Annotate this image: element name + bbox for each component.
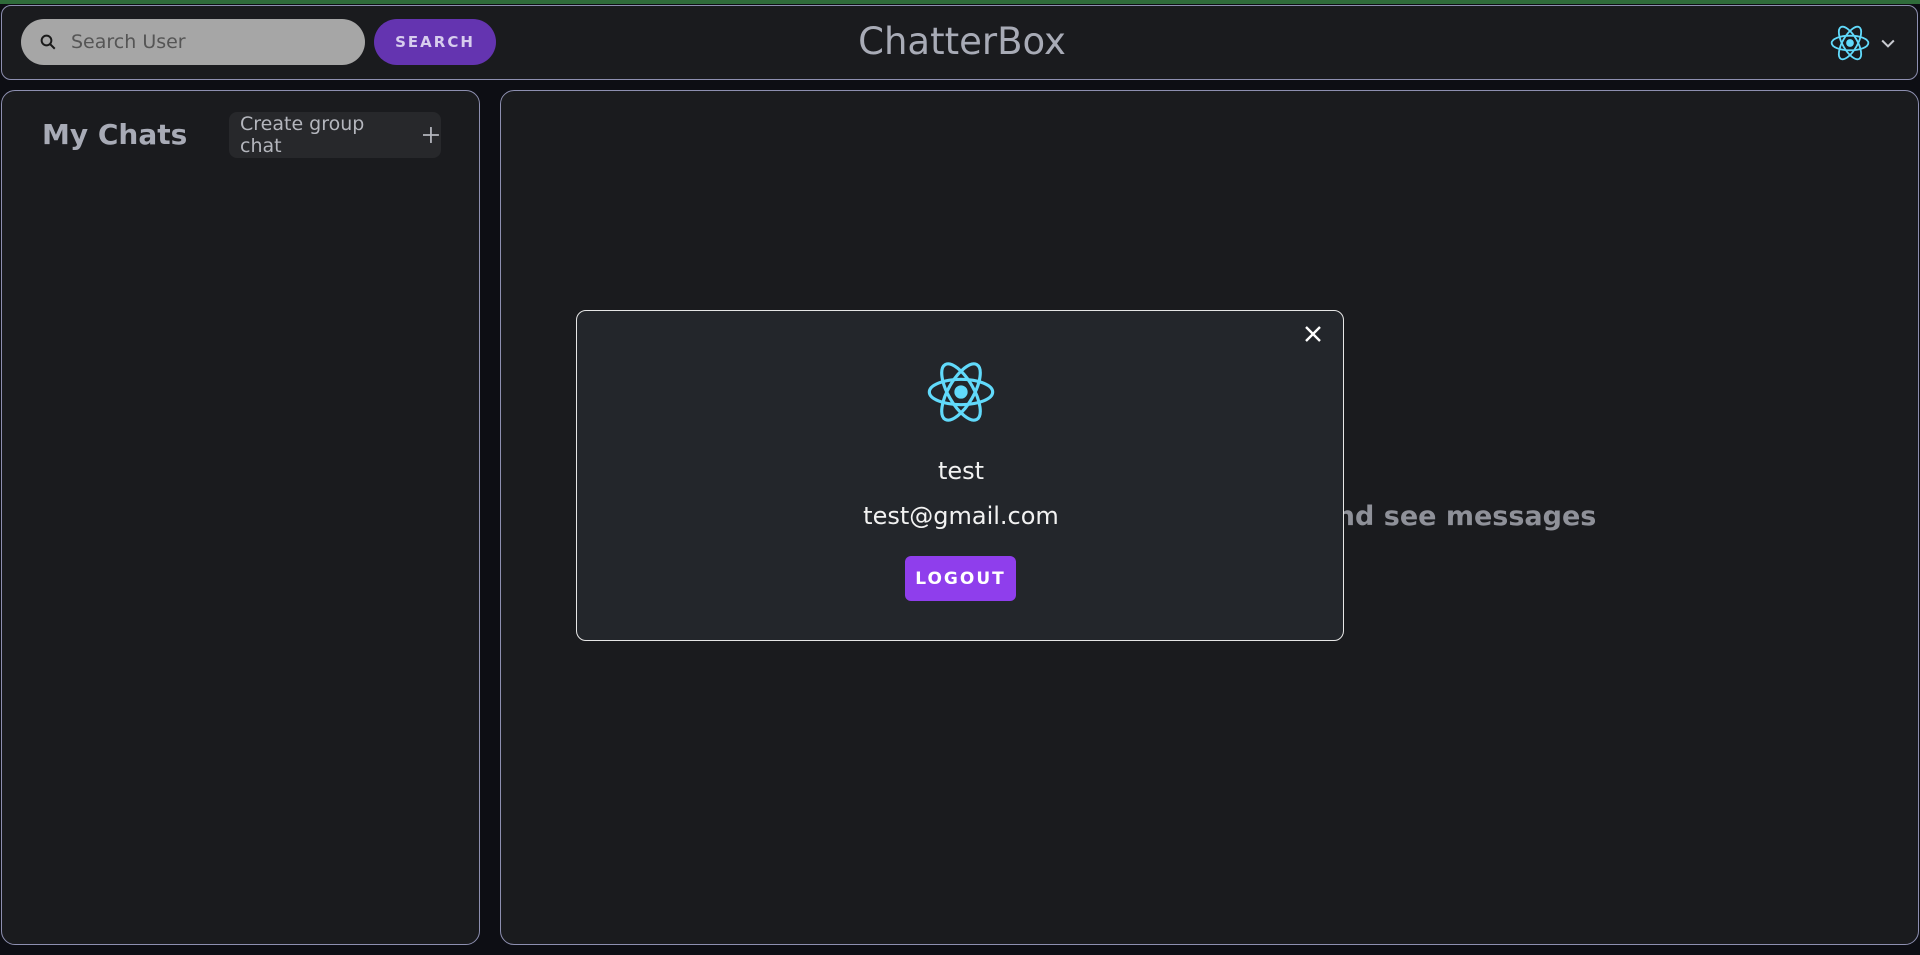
window-top-accent	[0, 0, 1920, 4]
profile-modal: test test@gmail.com LOGOUT	[576, 310, 1344, 641]
close-modal-button[interactable]	[1299, 320, 1327, 348]
search-field[interactable]	[21, 19, 365, 65]
search-button[interactable]: SEARCH	[374, 19, 496, 65]
search-input[interactable]	[71, 22, 341, 62]
profile-menu-button[interactable]	[1828, 20, 1908, 66]
create-group-chat-button[interactable]: Create group chat	[229, 112, 441, 158]
logout-button[interactable]: LOGOUT	[905, 556, 1016, 601]
react-logo-icon	[1830, 25, 1870, 61]
top-bar: SEARCH ChatterBox	[1, 5, 1918, 80]
search-icon	[40, 34, 56, 50]
profile-name: test	[937, 457, 985, 485]
my-chats-title: My Chats	[42, 118, 188, 151]
chevron-down-icon	[1881, 39, 1895, 48]
profile-email: test@gmail.com	[863, 502, 1059, 530]
app-title: ChatterBox	[858, 20, 1066, 63]
close-icon	[1305, 326, 1321, 342]
my-chats-panel: My Chats Create group chat	[1, 90, 480, 945]
plus-icon	[423, 127, 440, 143]
create-group-chat-label: Create group chat	[240, 113, 365, 157]
react-logo-icon	[927, 362, 995, 422]
